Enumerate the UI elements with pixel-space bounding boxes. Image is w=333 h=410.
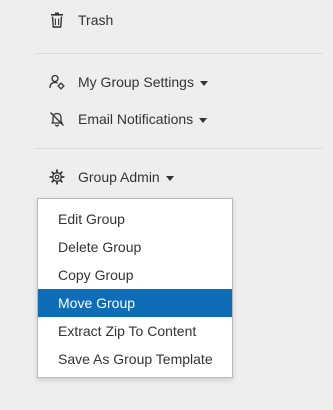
- menu-item-extract-zip-to-content[interactable]: Extract Zip To Content: [38, 317, 232, 345]
- menu-item-save-as-group-template[interactable]: Save As Group Template: [38, 345, 232, 373]
- menu-item-move-group[interactable]: Move Group: [38, 289, 232, 317]
- caret-down-icon: [199, 117, 208, 123]
- caret-down-icon: [165, 175, 174, 181]
- menu-item-edit-group[interactable]: Edit Group: [38, 205, 232, 233]
- menu-item-delete-group[interactable]: Delete Group: [38, 233, 232, 261]
- nav-item-label: Email Notifications: [78, 111, 194, 127]
- nav-item-group-admin[interactable]: Group Admin: [48, 165, 174, 189]
- nav-item-my-group-settings[interactable]: My Group Settings: [48, 70, 208, 94]
- group-admin-dropdown-menu: Edit Group Delete Group Copy Group Move …: [37, 198, 233, 378]
- user-settings-icon: [48, 73, 66, 91]
- nav-item-label: My Group Settings: [78, 74, 194, 90]
- nav-item-label: Trash: [78, 12, 114, 28]
- bell-icon: [48, 110, 66, 128]
- trash-icon: [48, 11, 66, 29]
- gear-icon: [48, 168, 66, 186]
- menu-item-copy-group[interactable]: Copy Group: [38, 261, 232, 289]
- nav-item-trash[interactable]: Trash: [48, 8, 113, 32]
- nav-item-email-notifications[interactable]: Email Notifications: [48, 107, 208, 131]
- nav-item-label: Group Admin: [78, 169, 160, 185]
- divider: [35, 148, 323, 149]
- caret-down-icon: [199, 80, 208, 86]
- divider: [35, 53, 323, 54]
